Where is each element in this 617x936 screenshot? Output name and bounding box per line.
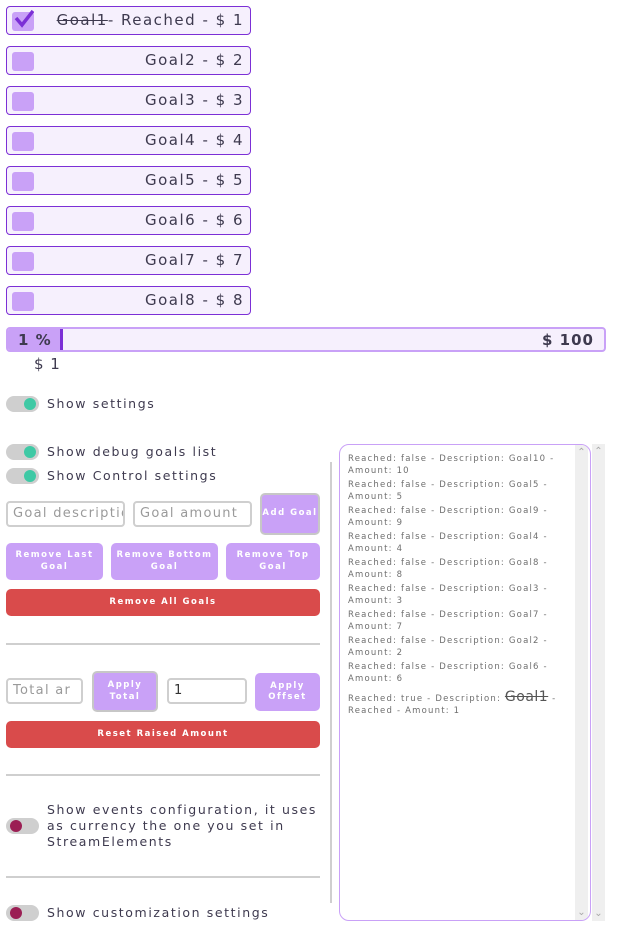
- debug-items: Reached: false - Description: Goal10 - A…: [348, 453, 573, 719]
- goal-checkbox[interactable]: [12, 52, 34, 71]
- remove-all-goals-button[interactable]: Remove All Goals: [6, 589, 320, 616]
- goal-description: Goal2: [144, 51, 197, 69]
- debug-item: Reached: false - Description: Goal10 - A…: [348, 454, 555, 476]
- show-events-label: Show events configuration, it uses as cu…: [47, 802, 318, 849]
- goal-checkbox[interactable]: [12, 9, 34, 31]
- goal-label: Goal8 - $ 8: [145, 291, 244, 309]
- debug-item: Reached: false - Description: Goal7 - Am…: [348, 610, 548, 632]
- goal-description: Goal7: [144, 251, 197, 269]
- goal-description: Goal1: [56, 11, 108, 29]
- page-scrollbar[interactable]: ⌃ ⌄: [592, 444, 605, 921]
- divider: [6, 774, 320, 776]
- goal-amount: - $ 7: [196, 251, 244, 269]
- goal-label: Goal3 - $ 3: [145, 91, 244, 109]
- toggle-knob: [10, 820, 22, 832]
- goal-description: Goal8: [144, 291, 197, 309]
- add-goal-button[interactable]: Add Goal: [260, 493, 320, 535]
- remove-top-goal-button[interactable]: Remove Top Goal: [226, 543, 320, 580]
- goal-item[interactable]: Goal1- Reached - $ 1: [6, 6, 251, 35]
- scroll-down-icon[interactable]: ⌄: [575, 907, 588, 918]
- checkmark-icon: [14, 9, 34, 28]
- toggle-knob: [10, 907, 22, 919]
- goal-checkbox[interactable]: [12, 292, 34, 311]
- debug-item: Reached: false - Description: Goal3 - Am…: [348, 584, 548, 606]
- remove-bottom-goal-button[interactable]: Remove Bottom Goal: [111, 543, 218, 580]
- goal-item[interactable]: Goal2 - $ 2: [6, 46, 251, 75]
- total-amount-input[interactable]: Total ar: [6, 678, 83, 704]
- debug-item: Reached: false - Description: Goal4 - Am…: [348, 532, 548, 554]
- goal-checkbox[interactable]: [12, 252, 34, 271]
- goal-checkbox[interactable]: [12, 172, 34, 191]
- goal-item[interactable]: Goal3 - $ 3: [6, 86, 251, 115]
- goal-checkbox[interactable]: [12, 132, 34, 151]
- goal-amount: - Reached - $ 1: [107, 11, 244, 29]
- show-customization-toggle[interactable]: [6, 905, 39, 921]
- show-debug-label: Show debug goals list: [47, 444, 218, 459]
- offset-input[interactable]: 1: [167, 678, 247, 704]
- goal-description: Goal3: [144, 91, 197, 109]
- debug-goals-list[interactable]: Reached: false - Description: Goal10 - A…: [339, 444, 591, 921]
- toggle-knob: [24, 446, 36, 458]
- goal-item[interactable]: Goal4 - $ 4: [6, 126, 251, 155]
- scroll-up-icon[interactable]: ⌃: [592, 446, 605, 457]
- debug-item: Reached: false - Description: Goal6 - Am…: [348, 662, 548, 684]
- toggle-knob: [24, 470, 36, 482]
- goal-description: Goal5: [144, 171, 197, 189]
- show-debug-toggle[interactable]: [6, 444, 39, 460]
- progress-percent: 1 %: [18, 331, 52, 349]
- goal-item[interactable]: Goal5 - $ 5: [6, 166, 251, 195]
- divider: [6, 876, 320, 878]
- goal-amount-input[interactable]: Goal amount: [133, 501, 252, 527]
- scroll-down-icon[interactable]: ⌄: [592, 908, 605, 919]
- goal-amount: - $ 8: [196, 291, 244, 309]
- goal-item[interactable]: Goal8 - $ 8: [6, 286, 251, 315]
- debug-scrollbar[interactable]: ⌃ ⌄: [575, 445, 588, 920]
- goal-description: Goal4: [144, 131, 197, 149]
- goal-item[interactable]: Goal7 - $ 7: [6, 246, 251, 275]
- show-settings-toggle[interactable]: [6, 396, 39, 412]
- goal-label: Goal1- Reached - $ 1: [57, 11, 244, 29]
- show-settings-label: Show settings: [47, 396, 156, 411]
- goal-label: Goal5 - $ 5: [145, 171, 244, 189]
- goal-amount: - $ 4: [196, 131, 244, 149]
- show-control-label: Show Control settings: [47, 468, 218, 483]
- goal-checkbox[interactable]: [12, 92, 34, 111]
- apply-offset-button[interactable]: Apply Offset: [255, 673, 320, 711]
- show-control-toggle[interactable]: [6, 468, 39, 484]
- apply-total-button[interactable]: Apply Total: [92, 671, 158, 712]
- goal-label: Goal4 - $ 4: [145, 131, 244, 149]
- goal-description: Goal6: [144, 211, 197, 229]
- goal-amount: - $ 5: [196, 171, 244, 189]
- goal-amount: - $ 2: [196, 51, 244, 69]
- show-customization-label: Show customization settings: [47, 905, 270, 920]
- reset-raised-amount-button[interactable]: Reset Raised Amount: [6, 721, 320, 748]
- goal-checkbox[interactable]: [12, 212, 34, 231]
- divider: [6, 643, 320, 645]
- goal-amount: - $ 6: [196, 211, 244, 229]
- debug-item: Reached: false - Description: Goal8 - Am…: [348, 558, 548, 580]
- debug-desc: Goal1: [504, 689, 549, 705]
- debug-item: Reached: false - Description: Goal5 - Am…: [348, 480, 548, 502]
- progress-total: $ 100: [542, 331, 594, 349]
- show-events-toggle[interactable]: [6, 818, 39, 834]
- goal-progress-bar: 1 % $ 100: [6, 327, 606, 352]
- debug-item: Reached: true - Description: Goal1 - Rea…: [348, 689, 573, 717]
- remove-last-goal-button[interactable]: Remove Last Goal: [6, 543, 103, 580]
- column-divider: [330, 462, 332, 903]
- raised-amount: $ 1: [34, 355, 61, 373]
- debug-item: Reached: false - Description: Goal2 - Am…: [348, 636, 548, 658]
- goal-label: Goal7 - $ 7: [145, 251, 244, 269]
- goal-description-input[interactable]: Goal descriptio: [6, 501, 125, 527]
- toggle-knob: [24, 398, 36, 410]
- goal-label: Goal6 - $ 6: [145, 211, 244, 229]
- goal-label: Goal2 - $ 2: [145, 51, 244, 69]
- goal-amount: - $ 3: [196, 91, 244, 109]
- debug-item: Reached: false - Description: Goal9 - Am…: [348, 506, 548, 528]
- debug-prefix: Reached: true - Description:: [348, 694, 505, 704]
- goal-item[interactable]: Goal6 - $ 6: [6, 206, 251, 235]
- scroll-up-icon[interactable]: ⌃: [575, 447, 588, 458]
